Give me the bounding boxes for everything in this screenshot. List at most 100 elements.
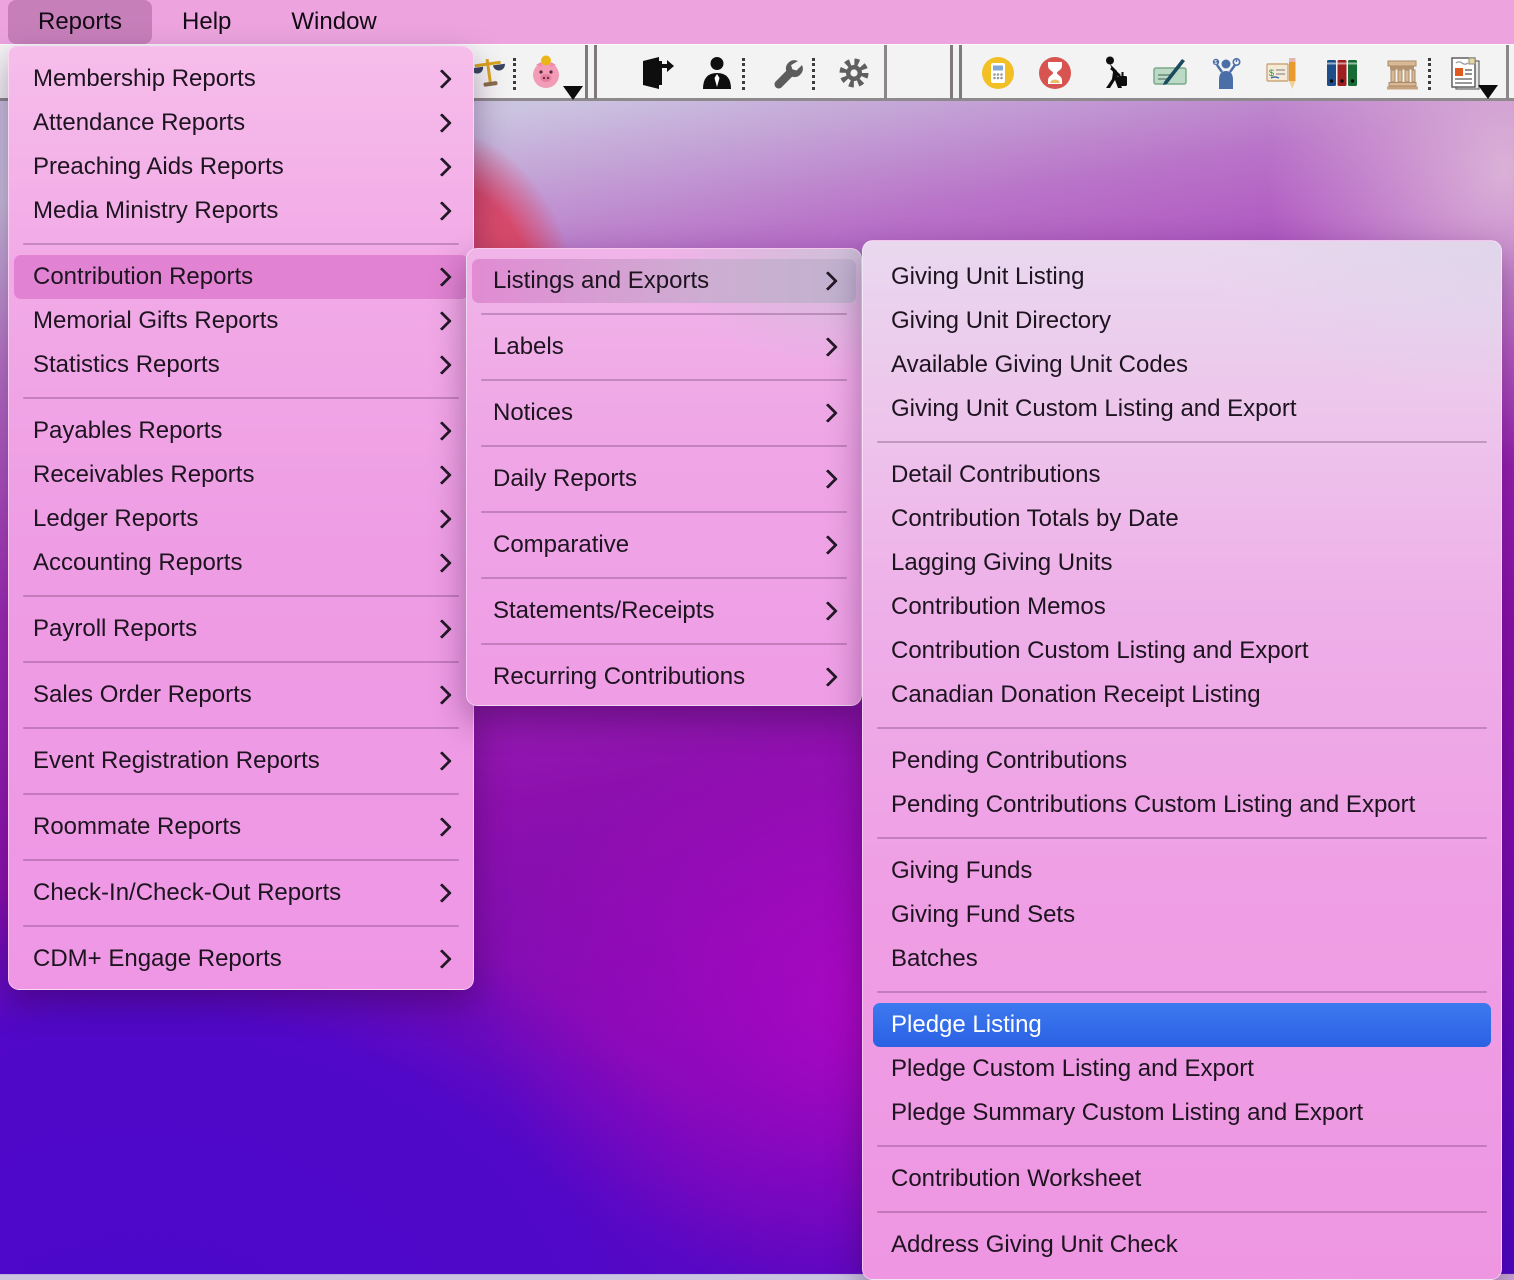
menubar: Reports Help Window xyxy=(0,0,1514,44)
menu-item-pledge-listing[interactable]: Pledge Listing xyxy=(873,1003,1491,1047)
menu-item-receivables-reports[interactable]: Receivables Reports xyxy=(14,453,468,497)
menu-item-label: Contribution Totals by Date xyxy=(891,505,1179,532)
check-pencil-icon[interactable]: $ xyxy=(1264,55,1300,91)
submenu-chevron-icon xyxy=(818,271,838,291)
menu-item-contribution-custom-listing-and-export[interactable]: Contribution Custom Listing and Export xyxy=(873,629,1491,673)
menu-separator xyxy=(863,431,1501,453)
menu-item-giving-funds[interactable]: Giving Funds xyxy=(873,849,1491,893)
menu-item-label: Payroll Reports xyxy=(33,615,198,642)
menu-item-giving-fund-sets[interactable]: Giving Fund Sets xyxy=(873,893,1491,937)
menu-separator xyxy=(9,233,473,255)
menu-item-sales-order-reports[interactable]: Sales Order Reports xyxy=(14,673,468,717)
user-icon[interactable] xyxy=(699,55,735,91)
menu-item-listings-and-exports[interactable]: Listings and Exports xyxy=(472,259,856,303)
menu-item-cdm-engage-reports[interactable]: CDM+ Engage Reports xyxy=(14,937,468,981)
submenu-chevron-icon xyxy=(432,157,452,177)
menu-item-label: Giving Unit Custom Listing and Export xyxy=(891,395,1297,422)
menu-item-pledge-custom-listing-and-export[interactable]: Pledge Custom Listing and Export xyxy=(873,1047,1491,1091)
menu-item-ledger-reports[interactable]: Ledger Reports xyxy=(14,497,468,541)
menu-item-address-giving-unit-check[interactable]: Address Giving Unit Check xyxy=(873,1223,1491,1267)
menu-item-pending-contributions-custom-listing-and-export[interactable]: Pending Contributions Custom Listing and… xyxy=(873,783,1491,827)
menu-item-label: Preaching Aids Reports xyxy=(33,153,284,180)
menu-item-notices[interactable]: Notices xyxy=(472,391,856,435)
traveler-icon[interactable] xyxy=(1095,55,1131,91)
menu-item-payables-reports[interactable]: Payables Reports xyxy=(14,409,468,453)
gear-icon[interactable] xyxy=(836,55,872,91)
report-document-icon[interactable] xyxy=(1448,55,1500,99)
menu-item-label: Statistics Reports xyxy=(33,351,220,378)
menu-item-memorial-gifts-reports[interactable]: Memorial Gifts Reports xyxy=(14,299,468,343)
menu-item-pending-contributions[interactable]: Pending Contributions xyxy=(873,739,1491,783)
piggy-dropdown-arrow-icon[interactable] xyxy=(563,86,583,100)
menu-item-label: Contribution Custom Listing and Export xyxy=(891,637,1309,664)
money-manager-icon[interactable]: $ xyxy=(1208,55,1244,91)
menu-item-contribution-totals-by-date[interactable]: Contribution Totals by Date xyxy=(873,497,1491,541)
hourglass-icon[interactable] xyxy=(1037,55,1073,91)
menu-item-giving-unit-listing[interactable]: Giving Unit Listing xyxy=(873,255,1491,299)
menu-item-label: Pending Contributions xyxy=(891,747,1128,774)
menu-item-label: Membership Reports xyxy=(33,65,256,92)
menu-item-media-ministry-reports[interactable]: Media Ministry Reports xyxy=(14,189,468,233)
menu-item-accounting-reports[interactable]: Accounting Reports xyxy=(14,541,468,585)
menu-item-event-registration-reports[interactable]: Event Registration Reports xyxy=(14,739,468,783)
menu-item-label: Contribution Reports xyxy=(33,263,254,290)
menu-item-attendance-reports[interactable]: Attendance Reports xyxy=(14,101,468,145)
menubar-item-help[interactable]: Help xyxy=(152,0,261,44)
toolbar-separator xyxy=(1506,45,1509,99)
menu-separator xyxy=(9,849,473,871)
menu-item-label: Daily Reports xyxy=(493,465,638,492)
menubar-item-window[interactable]: Window xyxy=(261,0,406,44)
check-writing-icon[interactable] xyxy=(1152,55,1188,91)
menu-item-contribution-reports[interactable]: Contribution Reports xyxy=(14,255,468,299)
menubar-item-reports[interactable]: Reports xyxy=(8,0,153,44)
submenu-chevron-icon xyxy=(432,311,452,331)
submenu-chevron-icon xyxy=(432,751,452,771)
scales-icon[interactable] xyxy=(471,55,507,91)
menu-item-label: Statements/Receipts xyxy=(493,597,715,624)
reports-menu: Membership Reports Attendance Reports Prea… xyxy=(8,46,474,990)
menu-item-label: Detail Contributions xyxy=(891,461,1101,488)
menu-item-canadian-donation-receipt-listing[interactable]: Canadian Donation Receipt Listing xyxy=(873,673,1491,717)
menu-item-daily-reports[interactable]: Daily Reports xyxy=(472,457,856,501)
menu-item-roommate-reports[interactable]: Roommate Reports xyxy=(14,805,468,849)
menu-item-giving-unit-directory[interactable]: Giving Unit Directory xyxy=(873,299,1491,343)
menu-item-contribution-worksheet[interactable]: Contribution Worksheet xyxy=(873,1157,1491,1201)
bank-icon[interactable] xyxy=(1384,55,1420,91)
menu-item-available-giving-unit-codes[interactable]: Available Giving Unit Codes xyxy=(873,343,1491,387)
binders-icon[interactable] xyxy=(1324,55,1360,91)
wrench-icon[interactable] xyxy=(768,55,804,91)
contribution-reports-submenu: Listings and Exports Labels Notices Daily R… xyxy=(466,248,862,706)
menu-item-preaching-aids-reports[interactable]: Preaching Aids Reports xyxy=(14,145,468,189)
menu-item-batches[interactable]: Batches xyxy=(873,937,1491,981)
calculator-icon[interactable] xyxy=(980,55,1016,91)
submenu-chevron-icon xyxy=(818,469,838,489)
menu-item-contribution-memos[interactable]: Contribution Memos xyxy=(873,585,1491,629)
menu-item-check-in-check-out-reports[interactable]: Check-In/Check-Out Reports xyxy=(14,871,468,915)
menu-item-statements-receipts[interactable]: Statements/Receipts xyxy=(472,589,856,633)
menu-separator xyxy=(467,435,861,457)
menu-item-label: Ledger Reports xyxy=(33,505,199,532)
menu-item-label: Pledge Summary Custom Listing and Export xyxy=(891,1099,1364,1126)
menu-item-label: Lagging Giving Units xyxy=(891,549,1113,576)
menu-item-labels[interactable]: Labels xyxy=(472,325,856,369)
menu-item-recurring-contributions[interactable]: Recurring Contributions xyxy=(472,655,856,699)
report-dropdown-arrow-icon[interactable] xyxy=(1478,85,1498,99)
menu-item-statistics-reports[interactable]: Statistics Reports xyxy=(14,343,468,387)
menu-item-payroll-reports[interactable]: Payroll Reports xyxy=(14,607,468,651)
menu-separator xyxy=(863,1135,1501,1157)
toolbar-separator xyxy=(513,58,516,90)
menu-separator xyxy=(467,501,861,523)
menu-item-pledge-summary-custom-listing-and-export[interactable]: Pledge Summary Custom Listing and Export xyxy=(873,1091,1491,1135)
menu-item-membership-reports[interactable]: Membership Reports xyxy=(14,57,468,101)
menu-item-detail-contributions[interactable]: Detail Contributions xyxy=(873,453,1491,497)
submenu-chevron-icon xyxy=(818,667,838,687)
svg-text:$: $ xyxy=(1214,60,1217,66)
menu-item-lagging-giving-units[interactable]: Lagging Giving Units xyxy=(873,541,1491,585)
menu-item-giving-unit-custom-listing-and-export[interactable]: Giving Unit Custom Listing and Export xyxy=(873,387,1491,431)
piggy-bank-icon[interactable] xyxy=(530,55,586,100)
menu-item-comparative[interactable]: Comparative xyxy=(472,523,856,567)
exit-door-icon[interactable] xyxy=(638,55,674,91)
menu-separator xyxy=(863,717,1501,739)
submenu-chevron-icon xyxy=(818,601,838,621)
menu-separator xyxy=(467,567,861,589)
